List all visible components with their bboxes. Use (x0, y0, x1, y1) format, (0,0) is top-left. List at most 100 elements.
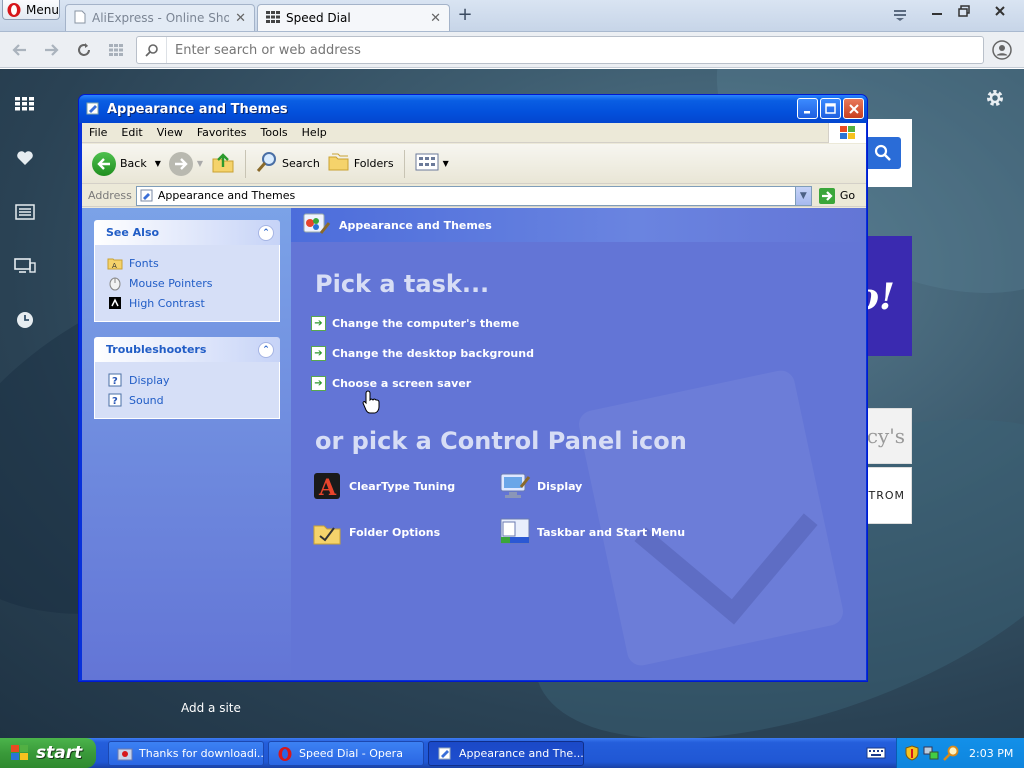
category-header: Appearance and Themes (291, 208, 866, 242)
add-site-link[interactable]: Add a site (181, 701, 241, 715)
collapse-icon[interactable]: ⌃ (258, 341, 274, 358)
folders-button[interactable]: Folders (324, 149, 398, 179)
speed-dial-grid-icon[interactable] (106, 40, 126, 60)
back-button[interactable] (10, 40, 30, 60)
menu-favorites[interactable]: Favorites (190, 126, 254, 139)
minimize-button[interactable] (928, 2, 946, 20)
go-button[interactable]: Go (812, 187, 855, 205)
maximize-button[interactable] (955, 2, 973, 20)
link-troubleshoot-display[interactable]: ? Display (107, 370, 279, 390)
troubleshooters-header[interactable]: Troubleshooters ⌃ (94, 337, 280, 362)
tab-title: AliExpress - Online Shopping (92, 11, 230, 25)
link-label: Mouse Pointers (129, 276, 213, 290)
maximize-button[interactable] (820, 98, 841, 119)
taskbar-button-label: Thanks for downloadi... (139, 747, 264, 760)
security-shield-icon[interactable] (905, 745, 919, 761)
search-icon (865, 137, 901, 169)
keyboard-icon[interactable] (866, 746, 886, 760)
task-screen-saver[interactable]: ➔ Choose a screen saver (311, 376, 471, 391)
pick-task-heading: Pick a task... (315, 270, 490, 298)
synced-devices-icon[interactable] (14, 255, 36, 277)
up-folder-button[interactable] (207, 149, 239, 179)
chevron-down-icon[interactable]: ▼ (794, 186, 811, 205)
cp-icon-display[interactable]: Display (499, 470, 582, 502)
forward-button[interactable] (41, 40, 61, 60)
menu-file[interactable]: File (82, 126, 114, 139)
close-icon[interactable]: ✕ (235, 11, 246, 26)
reload-button[interactable] (74, 40, 94, 60)
link-high-contrast[interactable]: High Contrast (107, 293, 279, 313)
address-label: Address (88, 189, 132, 202)
views-icon (415, 152, 439, 175)
account-icon[interactable] (992, 40, 1012, 60)
opera-logo-icon (6, 2, 22, 18)
gear-icon[interactable] (985, 88, 1007, 110)
search-button[interactable]: Search (252, 149, 324, 179)
toolbar: Back ▼ ▼ Search Folders ▼ (82, 144, 866, 184)
installer-icon (117, 746, 133, 762)
cp-icon-taskbar-start-menu[interactable]: Taskbar and Start Menu (499, 516, 685, 548)
close-icon[interactable]: ✕ (430, 11, 441, 26)
close-window-button[interactable] (843, 98, 864, 119)
menu-edit[interactable]: Edit (114, 126, 149, 139)
toolbar-separator (245, 149, 247, 178)
address-field[interactable]: Appearance and Themes ▼ (135, 185, 812, 206)
chevron-down-icon[interactable]: ▼ (155, 159, 161, 168)
start-button[interactable]: start (0, 738, 96, 768)
troubleshooters-panel: Troubleshooters ⌃ ? Display ? Sound (94, 337, 280, 419)
opera-menu-button[interactable]: Menu (2, 0, 60, 20)
category-content: Appearance and Themes Pick a task... ➔ C… (291, 208, 866, 680)
svg-text:A: A (112, 262, 117, 270)
taskbar-button-thanks[interactable]: Thanks for downloadi... (108, 741, 264, 766)
high-contrast-icon (107, 295, 123, 311)
minimize-button[interactable] (797, 98, 818, 119)
link-troubleshoot-sound[interactable]: ? Sound (107, 390, 279, 410)
cp-icon-label: Display (537, 479, 583, 493)
views-button[interactable]: ▼ (411, 149, 453, 179)
tab-menu-icon[interactable] (893, 8, 907, 22)
task-change-background[interactable]: ➔ Change the desktop background (311, 346, 534, 361)
search-icon[interactable] (943, 745, 959, 761)
panel-body: ? Display ? Sound (94, 362, 280, 419)
speed-dial-grid-icon[interactable] (14, 93, 36, 115)
see-also-header[interactable]: See Also ⌃ (94, 220, 280, 245)
tab-aliexpress[interactable]: AliExpress - Online Shopping ✕ (65, 4, 255, 31)
back-button[interactable]: Back ▼ (88, 149, 165, 179)
history-clock-icon[interactable] (14, 309, 36, 331)
fonts-folder-icon: A (107, 255, 123, 271)
link-fonts[interactable]: A Fonts (107, 253, 279, 273)
cp-icon-folder-options[interactable]: Folder Options (311, 516, 440, 548)
window-title-bar[interactable]: Appearance and Themes (79, 95, 867, 123)
address-row: Address Appearance and Themes ▼ Go (82, 185, 866, 207)
forward-button[interactable]: ▼ (165, 149, 207, 179)
mouse-icon (107, 275, 123, 291)
news-icon[interactable] (14, 201, 36, 223)
taskbar-button-opera[interactable]: Speed Dial - Opera (268, 741, 424, 766)
address-input[interactable] (167, 42, 983, 58)
clock[interactable]: 2:03 PM (969, 747, 1013, 760)
new-tab-button[interactable]: + (456, 6, 474, 24)
opera-address-bar (0, 32, 1024, 68)
panel-title: See Also (106, 226, 160, 239)
page-icon (74, 10, 86, 27)
tab-speed-dial[interactable]: Speed Dial ✕ (257, 4, 450, 31)
task-change-theme[interactable]: ➔ Change the computer's theme (311, 316, 519, 331)
cp-icon-cleartype[interactable]: A ClearType Tuning (311, 470, 455, 502)
network-icon[interactable] (923, 745, 939, 761)
menu-view[interactable]: View (150, 126, 190, 139)
link-mouse-pointers[interactable]: Mouse Pointers (107, 273, 279, 293)
menu-help[interactable]: Help (295, 126, 334, 139)
cleartype-icon: A (311, 470, 343, 502)
menu-tools[interactable]: Tools (254, 126, 295, 139)
explorer-window: Appearance and Themes File Edit View Fav… (78, 94, 868, 682)
url-bar[interactable] (136, 36, 984, 64)
collapse-icon[interactable]: ⌃ (258, 224, 274, 241)
link-label: Display (129, 373, 170, 387)
taskbar-button-appearance[interactable]: Appearance and The... (428, 741, 584, 766)
chevron-down-icon[interactable]: ▼ (197, 159, 203, 168)
search-icon (256, 151, 278, 176)
heart-icon[interactable] (14, 147, 36, 169)
close-window-button[interactable] (986, 2, 1014, 20)
link-label: Fonts (129, 256, 159, 270)
green-arrow-icon: ➔ (311, 376, 326, 391)
